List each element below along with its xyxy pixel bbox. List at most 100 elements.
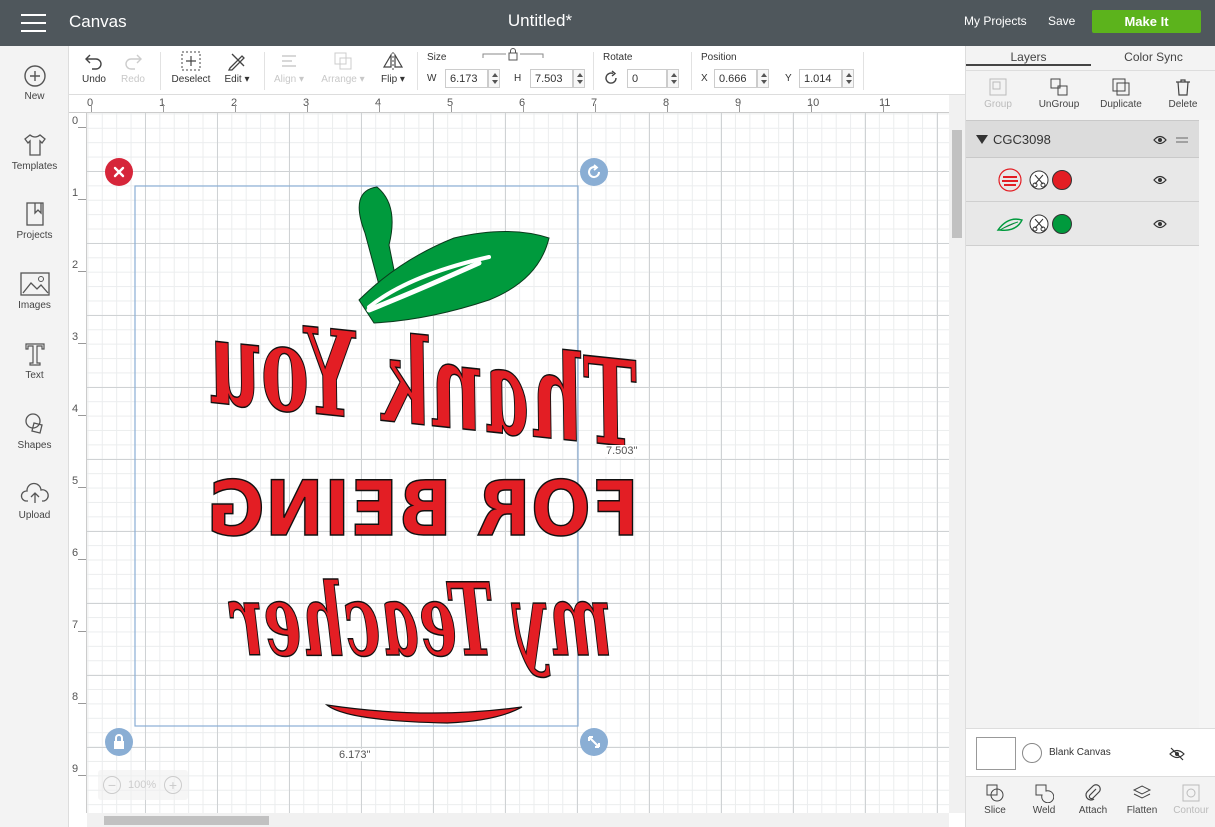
- size-label: Size: [427, 52, 447, 63]
- edit-dropdown[interactable]: Edit ▾: [220, 50, 254, 85]
- layer-color-swatch[interactable]: [1052, 214, 1072, 234]
- duplicate-label: Duplicate: [1100, 99, 1142, 110]
- lock-icon: [114, 734, 124, 749]
- layer-group-row[interactable]: CGC3098: [966, 120, 1199, 158]
- lock-ratio-icon[interactable]: [482, 48, 544, 62]
- y-stepper[interactable]: [842, 69, 854, 88]
- align-dropdown[interactable]: Align ▾: [270, 50, 308, 85]
- duplicate-button[interactable]: Duplicate: [1098, 77, 1144, 110]
- height-label: H: [514, 73, 522, 84]
- edit-label: Edit: [224, 74, 242, 85]
- sidebar-item-templates[interactable]: Templates: [0, 132, 69, 172]
- triangle-down-icon[interactable]: [976, 135, 988, 144]
- height-input[interactable]: [530, 69, 573, 88]
- x-stepper[interactable]: [757, 69, 769, 88]
- slice-label: Slice: [984, 805, 1006, 816]
- deselect-button[interactable]: Deselect: [170, 50, 212, 85]
- resize-handle[interactable]: [580, 728, 608, 756]
- sidebar-item-images[interactable]: Images: [0, 271, 69, 311]
- leaf-thumbnail: [996, 218, 1024, 231]
- layer-row-apple[interactable]: [966, 158, 1199, 202]
- text-t-icon: [24, 343, 45, 366]
- slice-button[interactable]: Slice: [980, 783, 1010, 816]
- left-sidebar: New Templates Projects Images Text Shape…: [0, 46, 69, 827]
- artwork-line-3: my Teacher: [228, 561, 612, 679]
- paperclip-icon: [1085, 784, 1101, 801]
- ungroup-icon: [1050, 78, 1068, 96]
- eye-icon[interactable]: [1153, 135, 1167, 145]
- cut-scissors-icon[interactable]: [1029, 214, 1049, 234]
- eye-icon[interactable]: [1153, 219, 1167, 229]
- canvas-toggle[interactable]: [1022, 743, 1042, 763]
- redo-button[interactable]: Redo: [120, 50, 146, 85]
- apple-text-shape[interactable]: Thank You FOR BEING my Teacher: [201, 291, 645, 724]
- flip-dropdown[interactable]: Flip ▾: [376, 50, 410, 85]
- eye-hidden-icon[interactable]: [1169, 747, 1185, 761]
- leaf-shape[interactable]: [358, 186, 550, 324]
- sidebar-item-shapes[interactable]: Shapes: [0, 411, 69, 451]
- sidebar-item-label: Templates: [11, 161, 58, 172]
- tab-layers[interactable]: Layers: [966, 50, 1091, 66]
- rotate-stepper[interactable]: [667, 69, 679, 88]
- save-button[interactable]: Save: [1048, 14, 1075, 28]
- delete-handle[interactable]: [105, 158, 133, 186]
- ungroup-button[interactable]: UnGroup: [1036, 77, 1082, 110]
- my-projects-link[interactable]: My Projects: [964, 14, 1027, 28]
- zoom-control: − 100% +: [98, 770, 188, 800]
- sidebar-item-projects[interactable]: Projects: [0, 201, 69, 241]
- drag-handle-icon[interactable]: [1176, 136, 1188, 144]
- document-title: Untitled*: [507, 11, 573, 30]
- sidebar-item-new[interactable]: New: [0, 64, 69, 102]
- rotate-icon: [605, 70, 617, 84]
- sidebar-item-label: Projects: [16, 230, 53, 241]
- slice-icon: [986, 784, 1004, 802]
- zoom-out-button[interactable]: −: [103, 776, 121, 794]
- cut-scissors-icon[interactable]: [1029, 170, 1049, 190]
- eye-icon[interactable]: [1153, 175, 1167, 185]
- lock-handle[interactable]: [105, 728, 133, 756]
- undo-button[interactable]: Undo: [81, 50, 107, 85]
- group-button[interactable]: Group: [980, 77, 1016, 110]
- delete-button[interactable]: Delete: [1163, 77, 1203, 110]
- vertical-scrollbar[interactable]: [949, 95, 965, 813]
- artwork-line-2: FOR BEING: [207, 464, 639, 553]
- make-it-button[interactable]: Make It: [1092, 10, 1201, 33]
- sidebar-item-label: Text: [25, 370, 44, 381]
- flip-label: Flip: [381, 74, 398, 85]
- horizontal-scrollbar[interactable]: [87, 813, 949, 827]
- edit-toolbar: Undo Redo Deselect Edit ▾ Align ▾ Arrang…: [69, 46, 965, 95]
- plus-circle-icon: [23, 65, 46, 87]
- sidebar-item-text[interactable]: Text: [0, 341, 69, 381]
- rotate-input[interactable]: [627, 69, 667, 88]
- weld-button[interactable]: Weld: [1029, 783, 1059, 816]
- layer-color-swatch[interactable]: [1052, 170, 1072, 190]
- sidebar-item-upload[interactable]: Upload: [0, 481, 69, 521]
- rotate-handle[interactable]: [580, 158, 608, 186]
- width-input[interactable]: [445, 69, 488, 88]
- tab-color-sync[interactable]: Color Sync: [1091, 50, 1215, 64]
- arrange-label: Arrange: [321, 74, 357, 85]
- ungroup-label: UnGroup: [1038, 99, 1080, 110]
- height-stepper[interactable]: [573, 69, 585, 88]
- contour-button[interactable]: Contour: [1171, 783, 1211, 816]
- canvas-color-swatch[interactable]: [976, 737, 1016, 770]
- x-input[interactable]: [714, 69, 757, 88]
- artwork-layer: Thank You FOR BEING my Teacher: [134, 185, 645, 727]
- zoom-in-button[interactable]: +: [164, 776, 182, 794]
- delete-label: Delete: [1168, 99, 1198, 110]
- pen-ruler-icon: [227, 53, 245, 71]
- close-icon: [113, 166, 125, 178]
- flatten-label: Flatten: [1126, 805, 1158, 816]
- attach-label: Attach: [1078, 805, 1108, 816]
- blank-canvas-label: Blank Canvas: [1049, 747, 1111, 758]
- layers-scrollbar[interactable]: [1199, 120, 1215, 728]
- align-icon: [282, 55, 296, 67]
- width-stepper[interactable]: [488, 69, 500, 88]
- duplicate-icon: [1112, 78, 1130, 96]
- layer-row-leaf[interactable]: [966, 202, 1199, 246]
- y-input[interactable]: [799, 69, 842, 88]
- attach-button[interactable]: Attach: [1076, 783, 1110, 816]
- design-canvas[interactable]: 0123456789101112 0123456789 Thank You FO…: [69, 95, 965, 827]
- flatten-button[interactable]: Flatten: [1124, 783, 1160, 816]
- arrange-dropdown[interactable]: Arrange ▾: [317, 50, 369, 85]
